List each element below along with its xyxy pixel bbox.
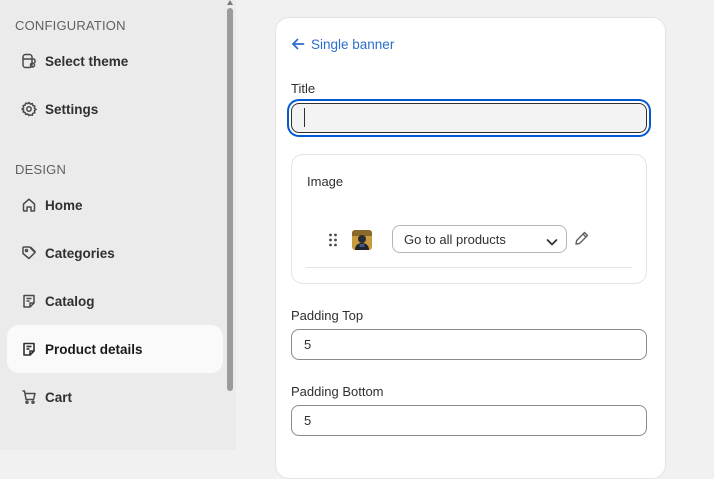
link-select-value: Go to all products bbox=[404, 231, 506, 247]
drag-handle-icon[interactable] bbox=[328, 233, 338, 247]
section-label-configuration: CONFIGURATION bbox=[15, 18, 126, 33]
pencil-icon[interactable] bbox=[574, 230, 592, 248]
sidebar-item-catalog[interactable]: Catalog bbox=[7, 277, 223, 325]
divider bbox=[306, 267, 632, 268]
home-icon bbox=[19, 195, 39, 215]
title-label: Title bbox=[291, 81, 316, 96]
sidebar-item-cart[interactable]: Cart bbox=[7, 373, 223, 421]
section-label-design: DESIGN bbox=[15, 162, 67, 177]
gear-icon bbox=[19, 99, 39, 119]
sidebar-item-select-theme[interactable]: Select theme bbox=[7, 37, 223, 85]
padding-bottom-label: Padding Bottom bbox=[291, 384, 384, 399]
sidebar-item-categories[interactable]: Categories bbox=[7, 229, 223, 277]
sidebar-item-home[interactable]: Home bbox=[7, 181, 223, 229]
padding-top-label: Padding Top bbox=[291, 308, 364, 323]
title-input[interactable] bbox=[291, 103, 647, 133]
catalog-icon bbox=[19, 291, 39, 311]
product-details-icon bbox=[19, 339, 39, 359]
back-button[interactable]: Single banner bbox=[291, 34, 394, 54]
sidebar-item-label: Select theme bbox=[45, 53, 129, 69]
sidebar-item-label: Catalog bbox=[45, 293, 95, 309]
back-button-label: Single banner bbox=[311, 36, 395, 52]
sidebar-scrollbar-thumb[interactable] bbox=[227, 8, 233, 391]
scroll-up-arrow-icon[interactable] bbox=[227, 0, 233, 6]
theme-icon bbox=[19, 51, 39, 71]
link-select[interactable]: Go to all products bbox=[392, 225, 567, 253]
sidebar-item-label: Cart bbox=[45, 389, 73, 405]
chevron-down-icon bbox=[546, 234, 558, 252]
banner-image-thumbnail[interactable] bbox=[352, 230, 372, 250]
image-card-title: Image bbox=[307, 174, 344, 189]
sidebar-item-label: Product details bbox=[45, 341, 143, 357]
tag-icon bbox=[19, 243, 39, 263]
cart-icon bbox=[19, 387, 39, 407]
sidebar-item-label: Home bbox=[45, 197, 83, 213]
sidebar-item-product-details[interactable]: Product details bbox=[7, 325, 223, 373]
padding-top-input[interactable] bbox=[291, 329, 647, 360]
sidebar-item-settings[interactable]: Settings bbox=[7, 85, 223, 133]
sidebar: CONFIGURATION Select theme Settings DESI… bbox=[0, 0, 236, 450]
sidebar-item-label: Categories bbox=[45, 245, 115, 261]
image-card: Image Go to all products bbox=[291, 154, 647, 284]
text-caret bbox=[304, 108, 305, 127]
padding-bottom-input[interactable] bbox=[291, 405, 647, 436]
sidebar-item-label: Settings bbox=[45, 101, 99, 117]
arrow-left-icon bbox=[291, 37, 305, 51]
